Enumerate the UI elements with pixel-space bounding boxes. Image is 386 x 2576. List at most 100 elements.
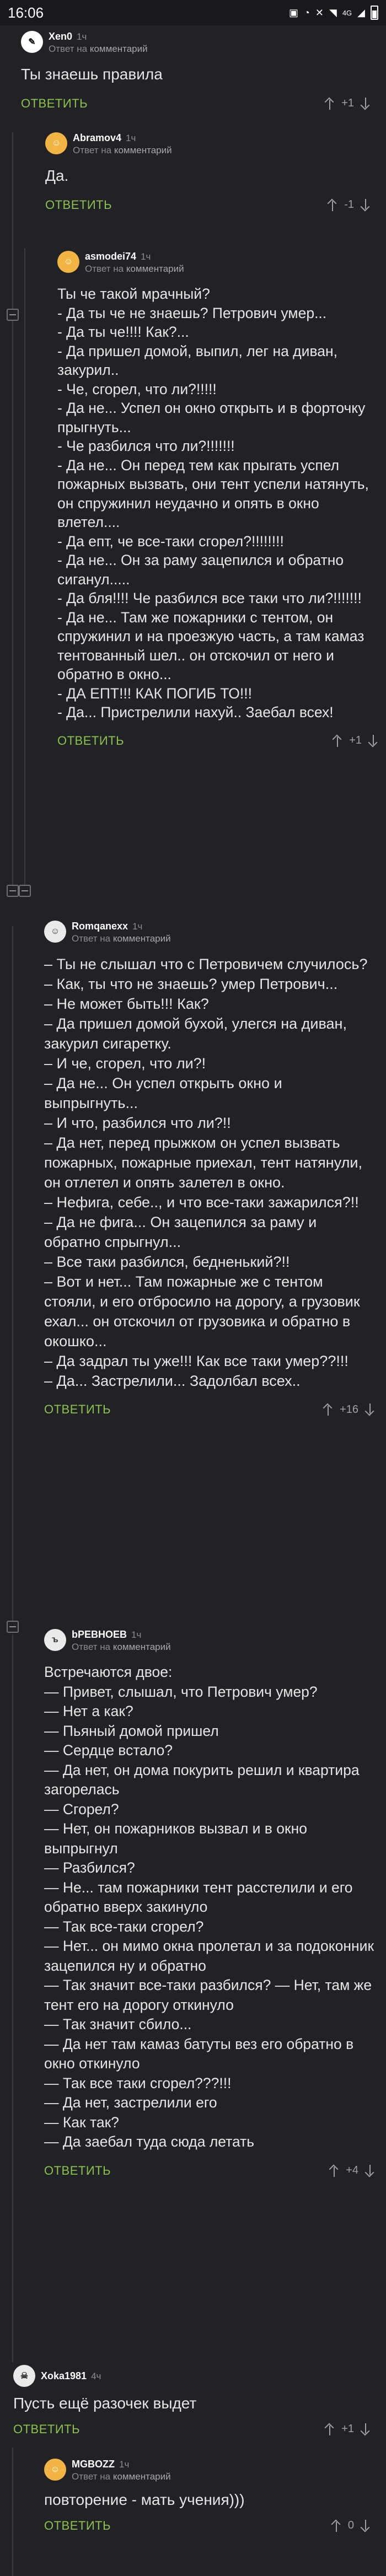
reply-to-link[interactable]: комментарий xyxy=(126,263,184,274)
upvote-icon[interactable] xyxy=(325,98,335,110)
reply-to-link[interactable]: комментарий xyxy=(113,933,171,944)
comment: ъ bPEBHOEB 1ч Ответ на комментарий Встреч… xyxy=(35,1629,386,2346)
vote-controls: +1 xyxy=(325,97,371,110)
reply-button[interactable]: ОТВЕТИТЬ xyxy=(44,2164,111,2178)
upvote-icon[interactable] xyxy=(333,735,342,747)
signal-icon: ◢ xyxy=(357,7,365,18)
downvote-icon[interactable] xyxy=(368,734,378,747)
comment: ☺ MGBOZZ 1ч Ответ на комментарий повторен… xyxy=(35,2459,386,2576)
reply-to-link[interactable]: комментарий xyxy=(114,145,172,155)
reply-button[interactable]: ОТВЕТИТЬ xyxy=(44,2519,111,2533)
comment-score: +4 xyxy=(346,2164,358,2176)
username[interactable]: bPEBHOEB xyxy=(72,1629,127,1640)
reply-button[interactable]: ОТВЕТИТЬ xyxy=(45,198,112,212)
comment-time: 4ч xyxy=(91,2370,101,2381)
vote-controls: 0 xyxy=(331,2519,371,2532)
username[interactable]: Abramov4 xyxy=(73,132,121,143)
comment-text: Ты знаешь правила xyxy=(21,66,163,83)
comment-text: Пусть ещё разочек выдет xyxy=(13,2395,197,2412)
comment-score: +1 xyxy=(341,2423,354,2435)
upvote-icon[interactable] xyxy=(323,1403,333,1416)
upvote-icon[interactable] xyxy=(329,2165,339,2177)
collapse-thread-button[interactable] xyxy=(7,885,19,897)
upvote-icon[interactable] xyxy=(325,2423,335,2435)
downvote-icon[interactable] xyxy=(361,2519,371,2532)
comment-header: ☺ Abramov4 1ч Ответ на комментарий xyxy=(45,132,371,156)
comment-actions: ОТВЕТИТЬ +1 xyxy=(21,95,371,112)
comment-text: Да. xyxy=(45,167,69,184)
downvote-icon[interactable] xyxy=(365,2164,375,2177)
avatar[interactable]: ☺ xyxy=(57,251,79,273)
reply-to-label: Ответ на xyxy=(72,1642,111,1652)
comment-actions: ОТВЕТИТЬ -1 xyxy=(45,196,371,214)
network-type-label: 4G xyxy=(342,8,352,17)
comment-text: Встречаются двое: — Привет, слышал, что … xyxy=(44,1664,374,2150)
upvote-icon[interactable] xyxy=(328,199,337,211)
reply-to-label: Ответ на xyxy=(49,44,88,54)
comment-score: +1 xyxy=(341,97,354,109)
avatar[interactable]: ☠ xyxy=(13,2365,35,2387)
status-icons: ▣ ◔ ✕ ◥ 4G ◢ xyxy=(289,6,378,20)
reply-button[interactable]: ОТВЕТИТЬ xyxy=(44,1402,111,1417)
collapse-thread-button[interactable] xyxy=(19,885,31,897)
battery-icon xyxy=(371,6,378,20)
reply-to-label: Ответ на xyxy=(73,145,112,155)
comment-text: повторение - мать учения))) xyxy=(44,2491,245,2508)
comment-header: ✎ Xen0 1ч Ответ на комментарий xyxy=(21,31,371,55)
reply-to-label: Ответ на xyxy=(72,933,111,944)
username[interactable]: MGBOZZ xyxy=(72,2459,115,2470)
comment-score: -1 xyxy=(344,198,354,211)
comment-actions: ОТВЕТИТЬ +4 xyxy=(44,2162,375,2180)
status-time: 16:06 xyxy=(8,4,44,21)
downvote-icon[interactable] xyxy=(361,2423,371,2435)
downvote-icon[interactable] xyxy=(365,1403,375,1416)
reply-button[interactable]: ОТВЕТИТЬ xyxy=(13,2422,80,2437)
upvote-icon[interactable] xyxy=(331,2520,341,2532)
username[interactable]: Romqanexx xyxy=(72,921,128,932)
wifi-icon: ◥ xyxy=(329,7,337,18)
comment: ☠ Xoka1981 4ч Пусть ещё разочек выдет ОТВ… xyxy=(8,2365,386,2448)
avatar[interactable]: ☺ xyxy=(44,2459,66,2481)
collapse-thread-button[interactable] xyxy=(7,1621,19,1633)
avatar[interactable]: ☺ xyxy=(44,921,66,943)
thread-line xyxy=(12,926,13,1621)
thread-line xyxy=(12,2448,13,2576)
comment-header: ☺ asmodei74 1ч Ответ на комментарий xyxy=(57,251,378,275)
comment: ☺ Romqanexx 1ч Ответ на комментарий – Ты … xyxy=(35,921,386,1637)
username[interactable]: Xen0 xyxy=(49,31,72,42)
reply-button[interactable]: ОТВЕТИТЬ xyxy=(21,96,88,111)
username[interactable]: Xoka1981 xyxy=(41,2370,87,2381)
vote-controls: +1 xyxy=(325,2423,371,2435)
avatar[interactable]: ✎ xyxy=(21,31,43,53)
thread-line xyxy=(12,132,13,888)
downvote-icon[interactable] xyxy=(361,97,371,110)
comment-score: 0 xyxy=(347,2519,354,2531)
vote-controls: -1 xyxy=(328,198,371,211)
comment-header: ☠ Xoka1981 4ч xyxy=(13,2365,371,2387)
vote-controls: +4 xyxy=(329,2164,375,2177)
reply-to-link[interactable]: комментарий xyxy=(90,44,148,54)
comment-header: ☺ Romqanexx 1ч Ответ на комментарий xyxy=(44,921,375,944)
notification-icon: ▣ xyxy=(288,7,298,18)
thread-line xyxy=(12,1634,13,2362)
reply-to-link[interactable]: комментарий xyxy=(113,1642,171,1652)
comment-time: 1ч xyxy=(131,1630,142,1640)
comment-time: 1ч xyxy=(141,251,151,262)
downvote-icon[interactable] xyxy=(361,198,371,211)
comment-time: 1ч xyxy=(126,133,136,143)
comment-actions: ОТВЕТИТЬ +16 xyxy=(44,1401,375,1418)
comment-text: – Ты не слышал что с Петровичем случилос… xyxy=(44,956,368,1389)
comment: ☺ Abramov4 1ч Ответ на комментарий Да. ОТ… xyxy=(40,132,386,243)
reply-button[interactable]: ОТВЕТИТЬ xyxy=(57,734,124,748)
comment-time: 1ч xyxy=(77,31,87,42)
thread-line xyxy=(24,248,25,888)
username[interactable]: asmodei74 xyxy=(85,251,136,262)
vote-controls: +16 xyxy=(323,1403,375,1416)
collapse-thread-button[interactable] xyxy=(7,309,19,321)
avatar[interactable]: ☺ xyxy=(45,132,67,154)
avatar[interactable]: ъ xyxy=(44,1629,66,1651)
reply-to-label: Ответ на xyxy=(72,2471,111,2482)
reply-to-label: Ответ на xyxy=(85,263,124,274)
comment: ☺ asmodei74 1ч Ответ на комментарий Ты че… xyxy=(53,251,386,907)
reply-to-link[interactable]: комментарий xyxy=(113,2471,171,2482)
